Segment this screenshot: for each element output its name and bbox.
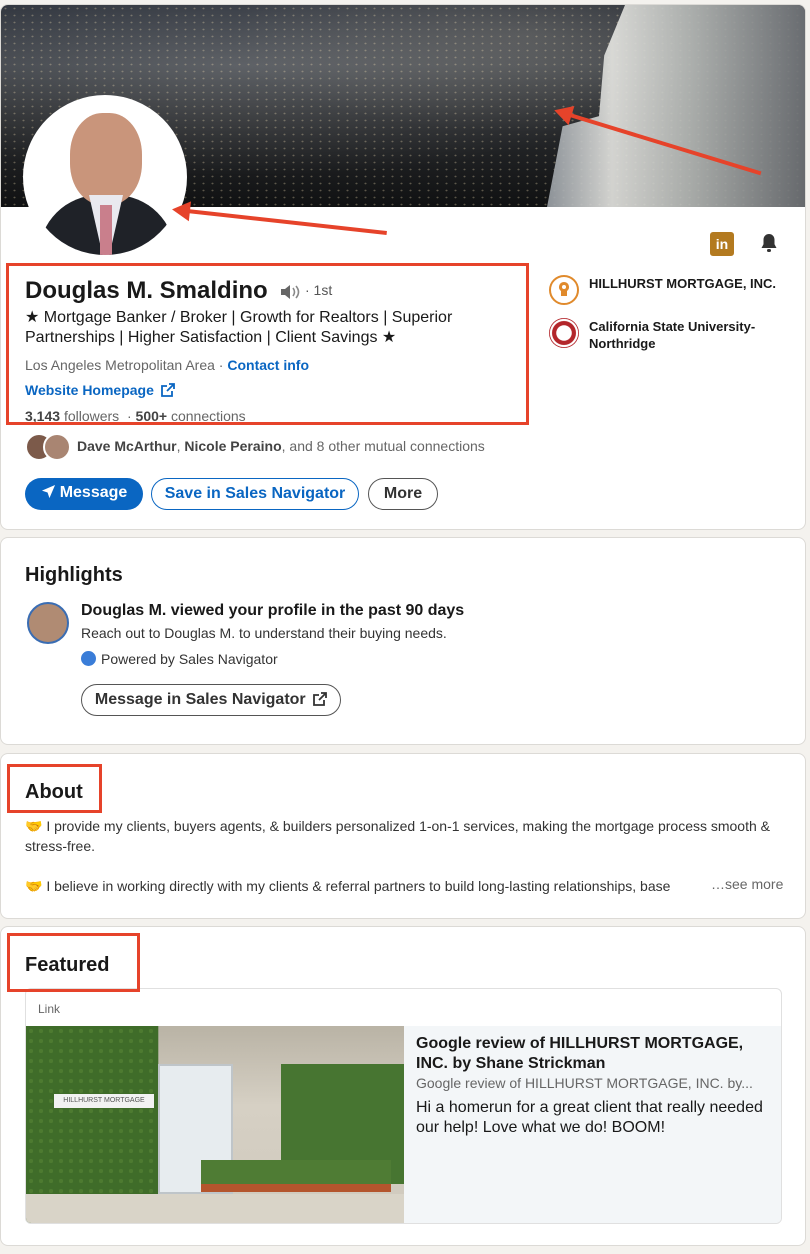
featured-item-body: Google review of HILLHURST MORTGAGE, INC… bbox=[404, 1026, 781, 1223]
about-paragraph: 🤝 I believe in working directly with my … bbox=[25, 878, 671, 894]
university-seal-icon bbox=[549, 318, 579, 348]
annotation-box-intro bbox=[6, 263, 529, 425]
mutual-connection-name[interactable]: Dave McArthur bbox=[77, 438, 177, 454]
about-card: About 🤝 I provide my clients, buyers age… bbox=[0, 753, 806, 919]
mutual-connections-avatars[interactable] bbox=[25, 433, 71, 461]
featured-item-source: Google review of HILLHURST MORTGAGE, INC… bbox=[416, 1075, 753, 1091]
highlights-card: Highlights Douglas M. viewed your profil… bbox=[0, 537, 806, 745]
message-button[interactable]: Message bbox=[25, 478, 143, 510]
mutual-connection-name[interactable]: Nicole Peraino bbox=[184, 438, 281, 454]
featured-item-image: HILLHURST MORTGAGE bbox=[26, 1026, 404, 1223]
powered-text: Powered by Sales Navigator bbox=[101, 651, 278, 667]
viewer-avatar[interactable] bbox=[27, 602, 69, 644]
hillhurst-logo-icon bbox=[549, 275, 579, 305]
highlights-title: Highlights bbox=[25, 564, 123, 586]
send-icon bbox=[41, 484, 55, 499]
more-button[interactable]: More bbox=[368, 478, 438, 510]
mutual-connections-text[interactable]: Dave McArthur, Nicole Peraino, and 8 oth… bbox=[77, 438, 485, 454]
company-name: HILLHURST MORTGAGE, INC. bbox=[589, 276, 777, 291]
save-in-sales-navigator-button[interactable]: Save in Sales Navigator bbox=[151, 478, 359, 510]
see-more-link[interactable]: …see more bbox=[711, 876, 783, 892]
linkedin-icon[interactable]: in bbox=[710, 232, 734, 256]
message-button-label: Message bbox=[59, 484, 128, 501]
mutual-connections-rest: , and 8 other mutual connections bbox=[281, 438, 485, 454]
featured-item-type: Link bbox=[38, 1002, 61, 1016]
school-name: California State University-Northridge bbox=[589, 319, 756, 351]
external-link-icon bbox=[313, 692, 328, 706]
compass-icon bbox=[81, 651, 96, 666]
highlight-title: Douglas M. viewed your profile in the pa… bbox=[81, 602, 465, 619]
image-sign-text: HILLHURST MORTGAGE bbox=[54, 1094, 154, 1108]
bell-icon[interactable] bbox=[757, 231, 781, 255]
annotation-box-about bbox=[7, 764, 102, 813]
message-in-sales-navigator-label: Message in Sales Navigator bbox=[94, 691, 306, 708]
message-in-sales-navigator-button[interactable]: Message in Sales Navigator bbox=[81, 684, 341, 716]
highlight-subtitle: Reach out to Douglas M. to understand th… bbox=[81, 625, 447, 641]
about-paragraph: 🤝 I provide my clients, buyers agents, &… bbox=[25, 818, 771, 854]
powered-by-sales-navigator: Powered by Sales Navigator bbox=[81, 651, 278, 667]
annotation-box-featured bbox=[7, 933, 140, 992]
featured-item-title: Google review of HILLHURST MORTGAGE, INC… bbox=[416, 1035, 744, 1072]
featured-item-description: Hi a homerun for a great client that rea… bbox=[416, 1099, 763, 1136]
featured-item[interactable]: Link HILLHURST MORTGAGE Google review of… bbox=[25, 988, 782, 1224]
profile-avatar[interactable] bbox=[23, 95, 187, 259]
